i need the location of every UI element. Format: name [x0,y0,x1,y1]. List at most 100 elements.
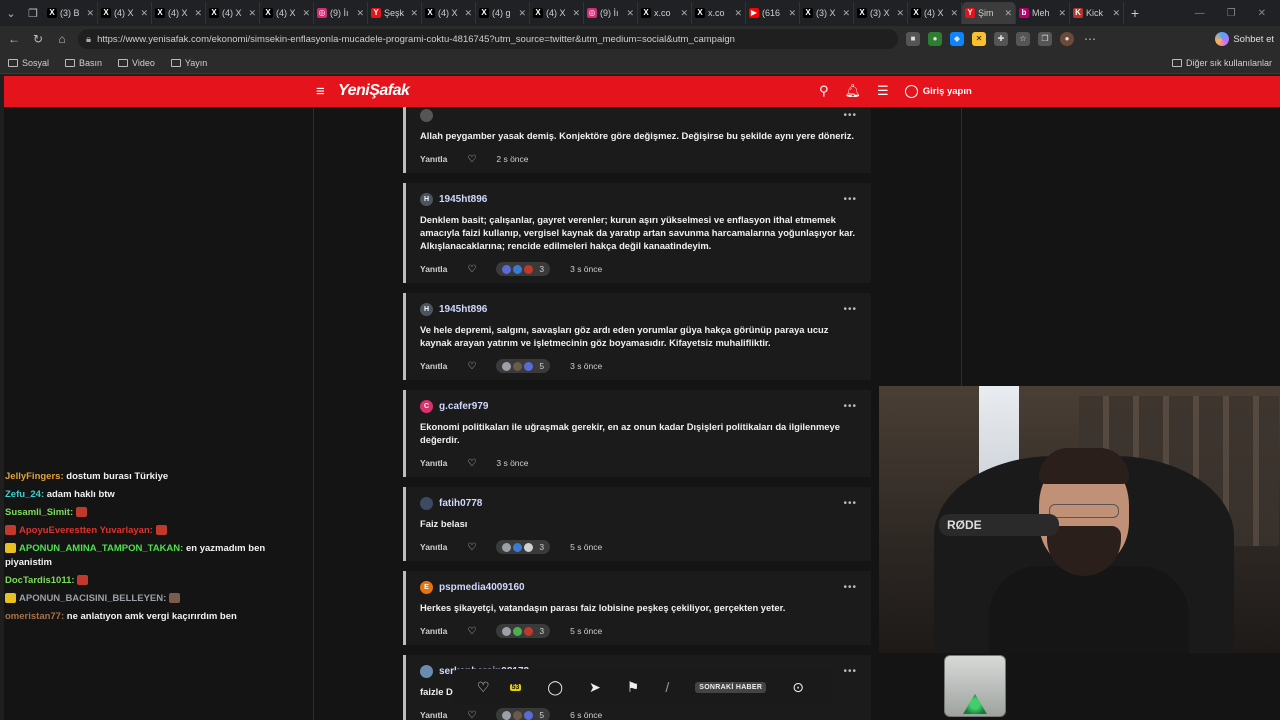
workspaces-icon[interactable]: ❐ [22,2,44,24]
reply-button[interactable]: Yanıtla [420,626,447,636]
avatar[interactable]: E [420,580,433,594]
reply-button[interactable]: Yanıtla [420,710,447,720]
share-send-icon[interactable]: ➤ [589,679,601,696]
comment-username[interactable]: pspmedia4009160 [439,582,525,593]
bookmark-folder-basin[interactable]: Basın [65,58,102,68]
tab-close-icon[interactable]: ✕ [896,8,904,19]
tab-close-icon[interactable]: ✕ [1058,8,1066,19]
browser-tab[interactable]: X (4) X ✕ [422,2,476,24]
reactions-pill[interactable]: 3 [496,624,551,638]
tab-close-icon[interactable]: ✕ [410,8,418,19]
reply-button[interactable]: Yanıtla [420,361,447,371]
comment-bubble-icon[interactable]: ◯ [547,679,563,696]
close-window-icon[interactable]: ✕ [1258,8,1266,19]
tab-close-icon[interactable]: ✕ [518,8,526,19]
browser-tab[interactable]: X (4) g ✕ [476,2,530,24]
browser-tab[interactable]: Y Şeşk ✕ [368,2,422,24]
refresh-icon[interactable]: ↻ [30,32,46,46]
favorites-star-icon[interactable]: ☆ [1016,32,1030,46]
login-button[interactable]: Giriş yapın [904,84,972,98]
search-icon[interactable]: ⚲ [819,83,829,99]
avatar[interactable] [420,496,433,510]
maximize-icon[interactable]: ❐ [1227,8,1236,19]
site-logo[interactable]: YeniŞafak [338,82,410,100]
extension-icon[interactable]: ● [928,32,942,46]
reply-button[interactable]: Yanıtla [420,154,447,164]
tab-close-icon[interactable]: ✕ [194,8,202,19]
avatar[interactable]: H [420,192,433,206]
tab-close-icon[interactable]: ✕ [572,8,580,19]
comment-username[interactable]: fatih0778 [439,498,482,509]
avatar[interactable]: C [420,399,433,413]
tab-close-icon[interactable]: ✕ [302,8,310,19]
browser-tab[interactable]: Xx.co ✕ [692,2,746,24]
profile-avatar[interactable]: ● [1060,32,1074,46]
tab-close-icon[interactable]: ✕ [86,8,94,19]
reply-button[interactable]: Yanıtla [420,264,447,274]
next-chevron-icon[interactable]: ⊙ [792,679,804,696]
avatar[interactable] [420,108,433,122]
browser-tab[interactable]: X (3) X ✕ [854,2,908,24]
home-icon[interactable]: ⌂ [54,32,70,46]
back-arrow-icon[interactable]: ← [6,32,22,46]
more-options-icon[interactable]: ••• [843,666,857,677]
like-heart-icon[interactable]: ♡ [467,264,476,275]
avatar[interactable]: H [420,302,433,316]
browser-tab[interactable]: X (4) X ✕ [530,2,584,24]
bookmark-folder-yayin[interactable]: Yayın [170,58,207,68]
more-options-icon[interactable]: ••• [843,304,857,315]
other-bookmarks-folder[interactable]: Diğer sık kullanılanlar [1171,58,1272,68]
new-tab-button[interactable]: + [1124,5,1146,21]
reactions-pill[interactable]: 5 [496,708,551,720]
avatar[interactable] [420,664,433,678]
reactions-pill[interactable]: 3 [496,262,551,276]
hamburger-menu-icon[interactable]: ≡ [316,83,325,100]
extension-icon[interactable]: ✕ [972,32,986,46]
comment-username[interactable]: 1945ht896 [439,304,487,315]
extension-icon[interactable]: ■ [906,32,920,46]
tab-close-icon[interactable]: ✕ [842,8,850,19]
tab-close-icon[interactable]: ✕ [1004,8,1012,19]
copilot-chat-button[interactable]: Sohbet et [1215,32,1274,46]
browser-tab[interactable]: X (4) X ✕ [260,2,314,24]
like-heart-icon[interactable]: ♡ [467,361,476,372]
tab-close-icon[interactable]: ✕ [950,8,958,19]
like-heart-icon[interactable]: ♡ [467,154,476,165]
settings-sliders-icon[interactable]: ☰ [877,83,889,99]
browser-tab[interactable]: ▶ (616 ✕ [746,2,800,24]
tab-close-icon[interactable]: ✕ [356,8,364,19]
like-heart-icon[interactable]: ♡ [467,626,476,637]
notification-bell-icon[interactable]: 🔔︎ [845,83,862,99]
collections-icon[interactable]: ❐ [1038,32,1052,46]
tab-close-icon[interactable]: ✕ [734,8,742,19]
tab-close-icon[interactable]: ✕ [680,8,688,19]
tab-close-icon[interactable]: ✕ [788,8,796,19]
url-field[interactable]: 🔒︎ https://www.yenisafak.com/ekonomi/sim… [78,29,898,49]
reactions-pill[interactable]: 5 [496,359,551,373]
tab-close-icon[interactable]: ✕ [1112,8,1120,19]
browser-tab[interactable]: X (3) X ✕ [800,2,854,24]
tab-close-icon[interactable]: ✕ [464,8,472,19]
like-heart-icon[interactable]: ♡ [467,710,476,720]
comment-username[interactable]: g.cafer979 [439,401,488,412]
bookmark-icon[interactable]: ⚑ [627,679,640,696]
like-heart-icon[interactable]: ♡ [477,679,490,696]
browser-tab[interactable]: X (3) B ✕ [44,2,98,24]
bookmark-folder-video[interactable]: Video [118,58,155,68]
extensions-puzzle-icon[interactable]: ✚ [994,32,1008,46]
browser-tab[interactable]: X (4) X ✕ [206,2,260,24]
more-options-icon[interactable]: ••• [843,582,857,593]
browser-tab[interactable]: X (4) X ✕ [152,2,206,24]
browser-tab[interactable]: X (4) X ✕ [98,2,152,24]
tab-close-icon[interactable]: ✕ [248,8,256,19]
tab-actions-chevron-icon[interactable]: ⌄ [0,2,22,24]
extension-icon[interactable]: ◆ [950,32,964,46]
tab-close-icon[interactable]: ✕ [140,8,148,19]
more-options-icon[interactable]: ••• [843,401,857,412]
comment-username[interactable]: 1945ht896 [439,194,487,205]
browser-tab[interactable]: b Meh ✕ [1016,2,1070,24]
like-heart-icon[interactable]: ♡ [467,458,476,469]
browser-tab[interactable]: K Kick ✕ [1070,2,1124,24]
more-options-icon[interactable]: ••• [843,194,857,205]
browser-tab[interactable]: Y Şim ✕ [962,2,1016,24]
